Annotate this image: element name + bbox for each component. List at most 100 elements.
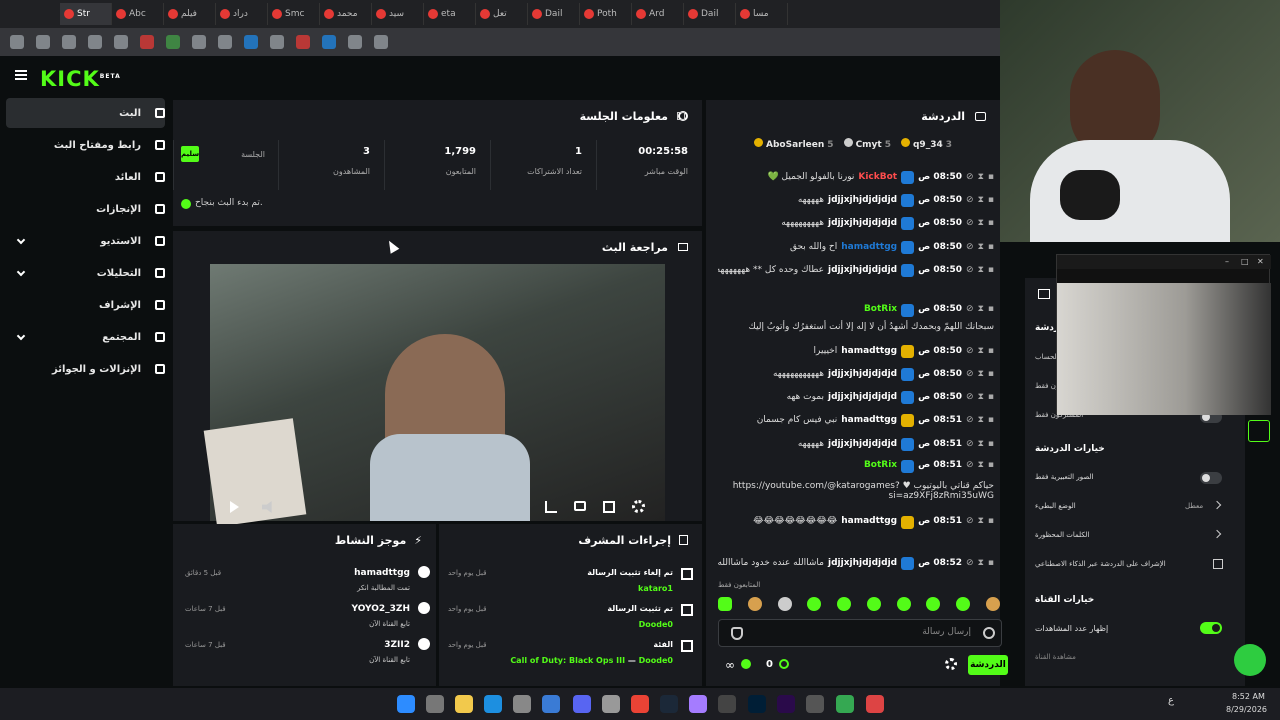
timeout-icon[interactable]: ⧗ [978, 304, 984, 314]
mail-icon[interactable] [542, 695, 560, 713]
app-icon[interactable] [866, 695, 884, 713]
pip-icon[interactable] [545, 501, 557, 513]
browser-tab[interactable]: Dail [684, 3, 736, 25]
chat-username[interactable]: hamadttgg [841, 516, 897, 526]
stream-preview-video[interactable] [203, 264, 665, 527]
timeout-icon[interactable]: ⧗ [978, 392, 984, 402]
settings-icon[interactable] [602, 695, 620, 713]
ban-icon[interactable]: ⊘ [966, 369, 974, 379]
edge-icon[interactable] [484, 695, 502, 713]
chat-message[interactable]: ▪ ⧗ ⊘ 08:51 ص BotRix حياكم قناتي باليوتيوب ♥ … [718, 460, 1000, 504]
refresh-icon[interactable] [88, 35, 102, 49]
chat-message[interactable]: ▪ ⧗ ⊘ 08:51 ص hamadttgg 😂😂😂😂😂😂😂😂 [718, 516, 1000, 544]
clock-date[interactable]: 8/29/2026 [1226, 705, 1267, 714]
chat-message[interactable]: ▪ ⧗ ⊘ 08:50 ص jdjjxjhjdjdjdjd بموت ههه [718, 390, 1000, 404]
timeout-icon[interactable]: ⧗ [978, 265, 984, 275]
ban-icon[interactable]: ⊘ [966, 439, 974, 449]
store-icon[interactable] [513, 695, 531, 713]
timeout-icon[interactable]: ⧗ [978, 218, 984, 228]
browser-tab[interactable]: تعل [476, 3, 528, 25]
chrome-icon[interactable] [631, 695, 649, 713]
extension-icon[interactable] [270, 35, 284, 49]
browser-tab[interactable]: eta [424, 3, 476, 25]
fullscreen-icon[interactable] [603, 501, 615, 513]
top-gifter[interactable]: AboSarleen 5 [754, 138, 834, 154]
chat-username[interactable]: jdjjxjhjdjdjdjd [828, 439, 897, 449]
emote-icon[interactable] [896, 597, 911, 611]
delete-icon[interactable]: ▪ [988, 242, 994, 252]
file-explorer-icon[interactable] [455, 695, 473, 713]
extension-icon[interactable] [36, 35, 50, 49]
chat-username[interactable]: jdjjxjhjdjdjdjd [828, 558, 897, 568]
sidebar-item[interactable]: الإنزالات و الجوائز [6, 354, 165, 384]
emote-icon[interactable] [926, 597, 941, 611]
ban-icon[interactable]: ⊘ [966, 304, 974, 314]
browser-tab[interactable]: دراد [216, 3, 268, 25]
timeout-icon[interactable]: ⧗ [978, 172, 984, 182]
chat-username[interactable]: jdjjxjhjdjdjdjd [828, 218, 897, 228]
sidebar-item[interactable]: البث [6, 98, 165, 128]
timeout-icon[interactable]: ⧗ [978, 195, 984, 205]
chat-message[interactable]: ▪ ⧗ ⊘ 08:50 ص hamadttgg اح والله بحق [718, 240, 1000, 254]
browser-tab[interactable]: Smc [268, 3, 320, 25]
game-icon[interactable] [689, 695, 707, 713]
delete-icon[interactable]: ▪ [988, 460, 994, 470]
chat-message[interactable]: ▪ ⧗ ⊘ 08:50 ص jdjjxjhjdjdjdjd هههههههههههه [718, 367, 1000, 381]
show-viewers-toggle[interactable] [1200, 622, 1222, 634]
activity-user[interactable]: 3ZII2 [384, 640, 410, 650]
chat-username[interactable]: hamadttgg [841, 242, 897, 252]
timeout-icon[interactable]: ⧗ [978, 369, 984, 379]
chat-username[interactable]: hamadttgg [841, 415, 897, 425]
steam-icon[interactable] [660, 695, 678, 713]
external-link-icon[interactable] [1213, 559, 1223, 569]
chat-message[interactable]: ▪ ⧗ ⊘ 08:51 ص hamadttgg نبي فيس كام جسمان [718, 413, 1000, 427]
play-icon[interactable] [230, 501, 239, 513]
delete-icon[interactable]: ▪ [988, 392, 994, 402]
chat-message[interactable]: ▪ ⧗ ⊘ 08:50 ص jdjjxjhjdjdjdjd هههههه [718, 193, 1000, 207]
hamburger-icon[interactable] [15, 70, 27, 80]
ban-icon[interactable]: ⊘ [966, 172, 974, 182]
sidebar-item[interactable]: الإشراف [6, 290, 165, 320]
browser-tab[interactable]: فيلم [164, 3, 216, 25]
ban-icon[interactable]: ⊘ [966, 415, 974, 425]
task-view-icon[interactable] [426, 695, 444, 713]
delete-icon[interactable]: ▪ [988, 265, 994, 275]
mod-action-by[interactable]: katarо1 [638, 584, 673, 593]
shield-icon[interactable] [166, 35, 180, 49]
browser-tab[interactable]: محمد [320, 3, 372, 25]
chat-settings-icon[interactable] [945, 658, 957, 670]
ban-icon[interactable]: ⊘ [966, 218, 974, 228]
minimize-icon[interactable]: – [1225, 257, 1229, 266]
chat-message[interactable]: ▪ ⧗ ⊘ 08:50 ص BotRix سبحانك اللهمّ وبحمدك أشه… [718, 304, 1000, 332]
delete-icon[interactable]: ▪ [988, 439, 994, 449]
delete-icon[interactable]: ▪ [988, 516, 994, 526]
browser-tab[interactable]: مسا [736, 3, 788, 25]
browser-tab[interactable]: سيد [372, 3, 424, 25]
mod-action-by[interactable]: Call of Duty: Black Ops III — Doode0 [510, 656, 673, 665]
extension-icon[interactable] [114, 35, 128, 49]
ban-icon[interactable]: ⊘ [966, 242, 974, 252]
ban-icon[interactable]: ⊘ [966, 558, 974, 568]
clock-time[interactable]: 8:52 AM [1232, 692, 1265, 701]
ban-icon[interactable]: ⊘ [966, 346, 974, 356]
emote-icon[interactable] [956, 597, 971, 611]
browser-tab[interactable]: Ard [632, 3, 684, 25]
chevron-down-icon[interactable] [16, 235, 26, 245]
emote-icon[interactable] [985, 597, 1000, 611]
sidebar-item[interactable]: الإنجازات [6, 194, 165, 224]
emote-icon[interactable] [866, 597, 881, 611]
extension-icon[interactable] [62, 35, 76, 49]
chat-message[interactable]: ▪ ⧗ ⊘ 08:50 ص jdjjxjhjdjdjdjd عطاك وحده كل **… [718, 263, 1000, 277]
mod-tool-button[interactable] [1248, 420, 1270, 442]
ban-icon[interactable]: ⊘ [966, 195, 974, 205]
floating-video-window[interactable]: – □ ✕ [1056, 254, 1271, 415]
theater-icon[interactable] [574, 501, 586, 511]
timeout-icon[interactable]: ⧗ [978, 439, 984, 449]
photoshop-icon[interactable] [748, 695, 766, 713]
timeout-icon[interactable]: ⧗ [978, 415, 984, 425]
chat-message[interactable]: ▪ ⧗ ⊘ 08:52 ص jdjjxjhjdjdjdjd ماشاالله عنده خ… [718, 556, 1000, 570]
browser-tab[interactable]: Poth [580, 3, 632, 25]
maximize-icon[interactable]: □ [1241, 257, 1249, 266]
delete-icon[interactable]: ▪ [988, 304, 994, 314]
obs-icon[interactable] [718, 695, 736, 713]
